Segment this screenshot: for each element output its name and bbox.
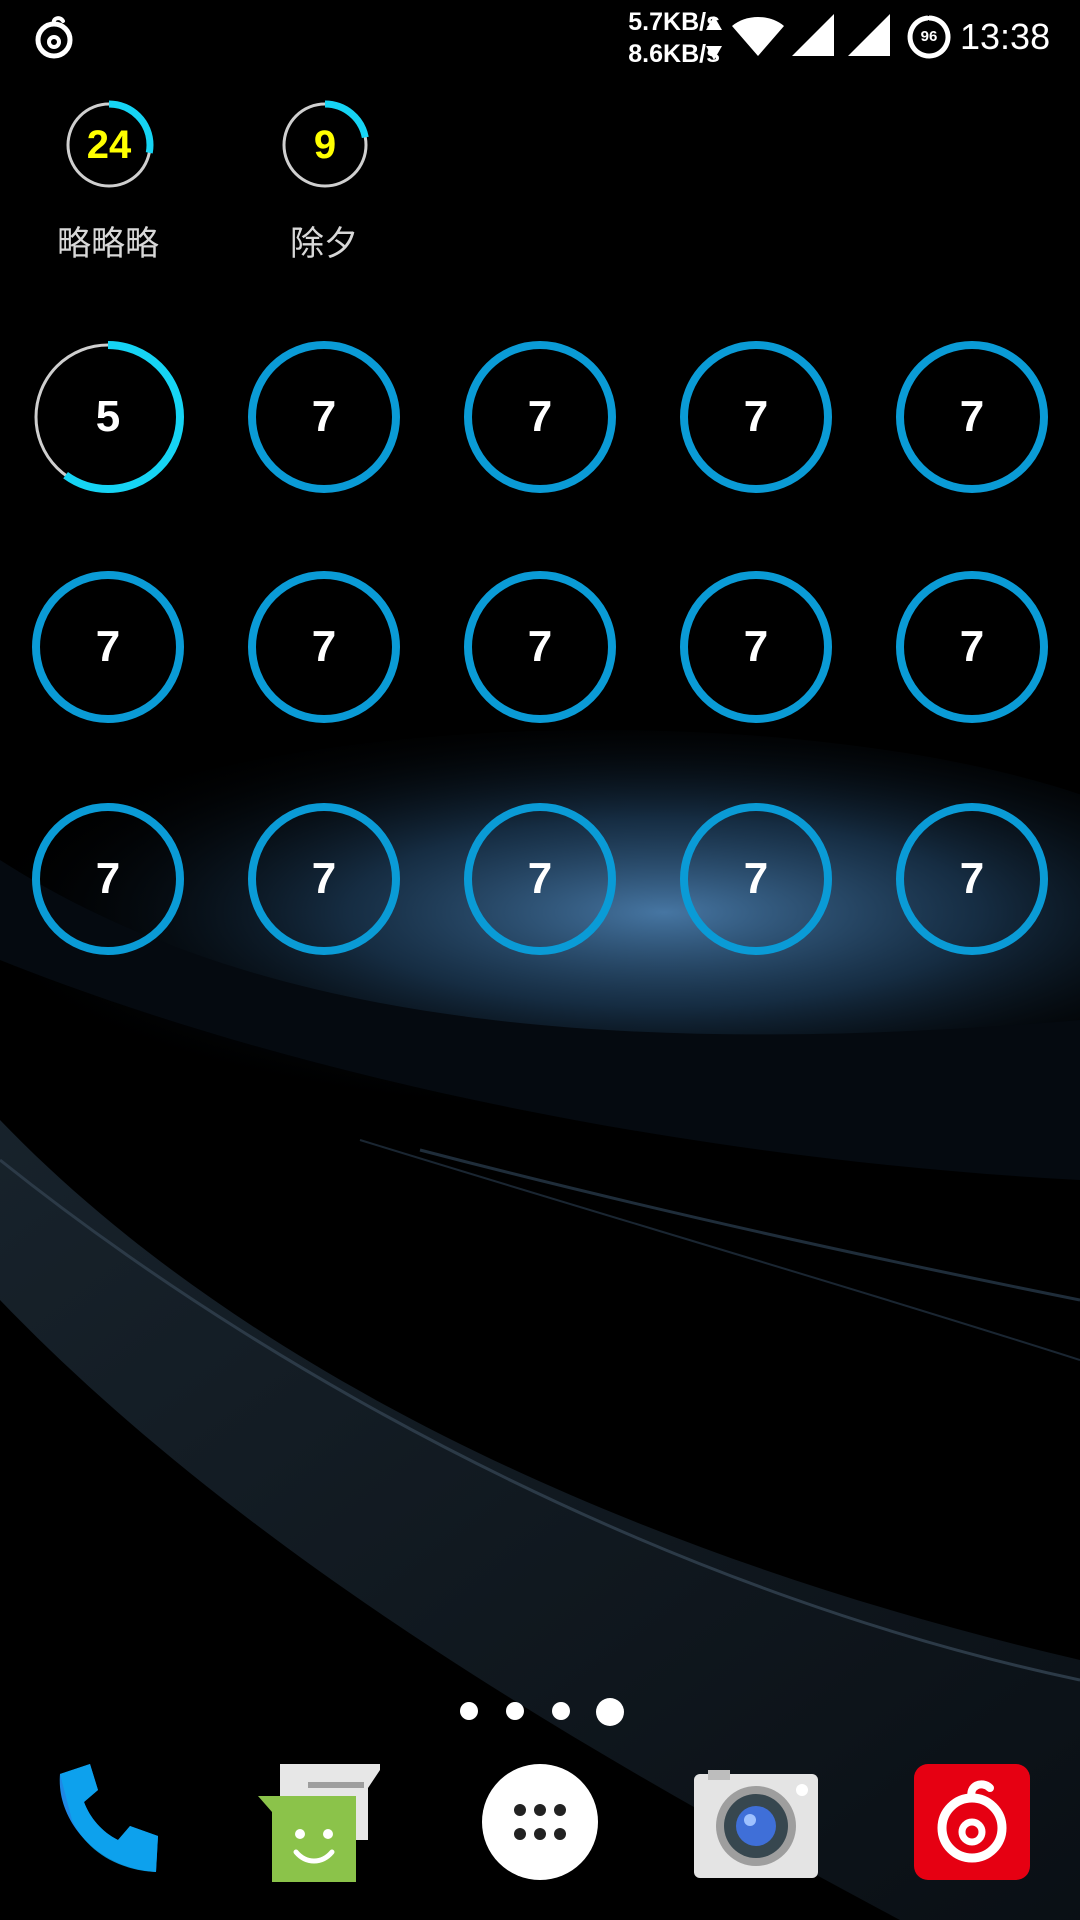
- countdown-days: 9: [313, 123, 337, 167]
- countdown-widget[interactable]: 9 除夕: [244, 100, 404, 270]
- ring-value: 7: [311, 392, 337, 441]
- ring-widget[interactable]: 7: [679, 802, 833, 956]
- page-dot[interactable]: [506, 1702, 524, 1720]
- page-dot[interactable]: [460, 1702, 478, 1720]
- ring-value: 7: [527, 622, 553, 671]
- wifi-icon: [732, 17, 784, 56]
- countdown-label: 除夕: [290, 225, 358, 263]
- countdown-widget[interactable]: 24 略略略: [28, 100, 188, 270]
- ring-value: 7: [959, 854, 985, 903]
- status-bar: 5.7KB/s 8.6KB/s 96 13:38: [0, 0, 1080, 76]
- ring-widget[interactable]: 7: [247, 340, 401, 494]
- cell-signal-icon: [792, 14, 834, 56]
- netease-music-app[interactable]: [910, 1760, 1034, 1884]
- ring-value: 7: [743, 392, 769, 441]
- phone-icon: [59, 1764, 158, 1872]
- ring-value: 7: [95, 854, 121, 903]
- wallpaper: [0, 0, 1080, 1920]
- ring-widget[interactable]: 7: [679, 340, 833, 494]
- network-speed: 5.7KB/s 8.6KB/s: [600, 6, 720, 70]
- netease-music-icon: [35, 16, 73, 59]
- page-dot-current[interactable]: [596, 1698, 624, 1726]
- app-drawer-button[interactable]: [478, 1760, 602, 1884]
- ring-value: 5: [95, 392, 121, 441]
- clock: 13:38: [960, 16, 1051, 57]
- download-speed: 8.6KB/s: [628, 40, 720, 68]
- ring-value: 7: [95, 622, 121, 671]
- traffic-arrows-icon: [706, 16, 722, 60]
- ring-widget[interactable]: 7: [31, 570, 185, 724]
- cell-signal-icon: [848, 14, 890, 56]
- page-indicator: [440, 1690, 640, 1730]
- upload-speed: 5.7KB/s: [628, 8, 720, 36]
- camera-app[interactable]: [694, 1760, 818, 1884]
- ring-widget[interactable]: 7: [31, 802, 185, 956]
- ring-widget-grid: 5 7 7 7 7 7 7 7 7 7 7 7 7 7 7: [0, 340, 1080, 960]
- ring-value: 7: [527, 854, 553, 903]
- page-dot[interactable]: [552, 1702, 570, 1720]
- ring-value: 7: [311, 622, 337, 671]
- camera-icon: [694, 1770, 818, 1878]
- app-drawer-icon: [482, 1764, 598, 1880]
- ring-value: 7: [311, 854, 337, 903]
- phone-app[interactable]: [46, 1760, 170, 1884]
- ring-value: 7: [743, 854, 769, 903]
- netease-music-icon: [914, 1764, 1030, 1880]
- ring-value: 7: [527, 392, 553, 441]
- ring-widget[interactable]: 7: [247, 570, 401, 724]
- ring-widget[interactable]: 7: [679, 570, 833, 724]
- countdown-label: 略略略: [57, 225, 159, 263]
- ring-widget[interactable]: 7: [895, 802, 1049, 956]
- battery-level: 96: [920, 28, 938, 45]
- messaging-icon: [258, 1764, 384, 1882]
- ring-widget[interactable]: 7: [463, 340, 617, 494]
- ring-value: 7: [959, 622, 985, 671]
- ring-widget[interactable]: 7: [463, 570, 617, 724]
- ring-value: 7: [743, 622, 769, 671]
- ring-value: 7: [959, 392, 985, 441]
- countdown-days: 24: [86, 123, 132, 167]
- ring-widget[interactable]: 7: [895, 340, 1049, 494]
- ring-widget[interactable]: 7: [895, 570, 1049, 724]
- messaging-app[interactable]: [256, 1760, 384, 1884]
- ring-widget[interactable]: 7: [247, 802, 401, 956]
- ring-widget[interactable]: 7: [463, 802, 617, 956]
- ring-widget[interactable]: 5: [31, 340, 185, 494]
